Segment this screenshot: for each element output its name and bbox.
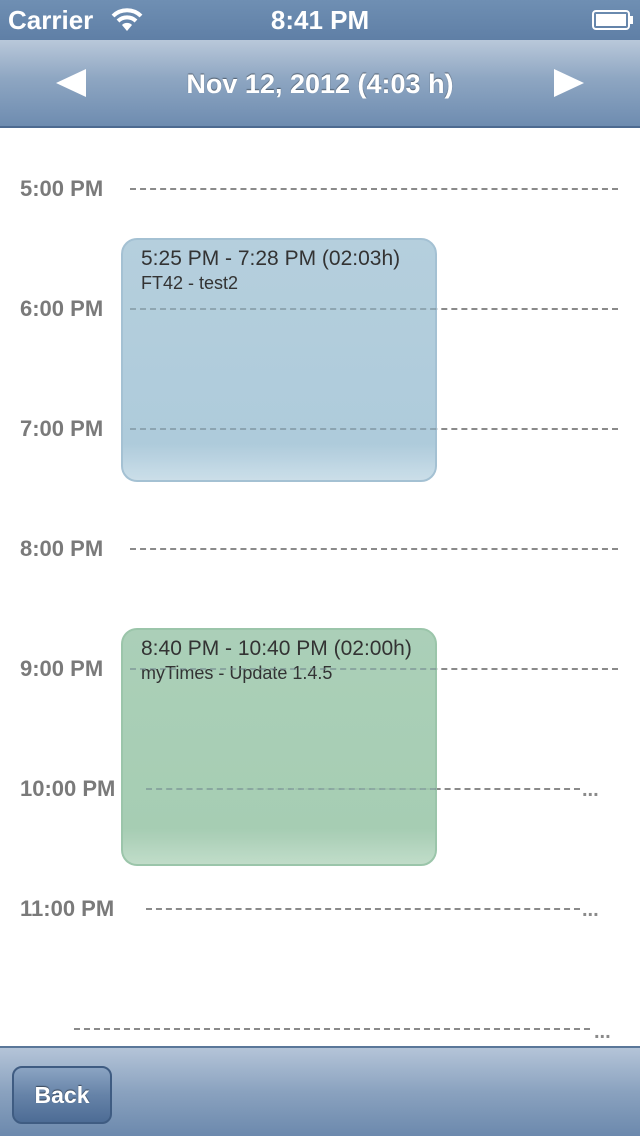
nav-title: Nov 12, 2012 (4:03 h) bbox=[186, 69, 454, 99]
status-time: 8:41 PM bbox=[270, 5, 370, 35]
hour-line bbox=[130, 548, 618, 550]
event-time: 8:40 PM - 10:40 PM (02:00h) bbox=[141, 637, 412, 660]
hour-label-10pm: 10:00 PM bbox=[20, 776, 116, 801]
back-button[interactable]: Back bbox=[12, 1066, 112, 1124]
screen: Carrier 8:41 PM Nov 12, 2012 (4:03 h) 5:… bbox=[0, 0, 640, 1136]
hour-label-9pm: 9:00 PM bbox=[20, 656, 104, 681]
hour-label-5pm: 5:00 PM bbox=[20, 176, 104, 201]
event-time: 5:25 PM - 7:28 PM (02:03h) bbox=[141, 247, 401, 270]
previous-day-button[interactable] bbox=[40, 58, 100, 108]
next-day-button[interactable] bbox=[540, 58, 600, 108]
hour-line-overlay bbox=[146, 788, 436, 790]
left-triangle-arrow-icon bbox=[56, 69, 86, 97]
hour-label-8pm: 8:00 PM bbox=[20, 536, 104, 561]
hour-line bbox=[74, 1028, 590, 1030]
hour-line-overlay bbox=[130, 668, 436, 670]
truncation-ellipsis: ... bbox=[582, 779, 599, 801]
event-title: myTimes - Update 1.4.5 bbox=[141, 663, 333, 683]
hour-label-7pm: 7:00 PM bbox=[20, 416, 104, 441]
event-title: FT42 - test2 bbox=[141, 273, 239, 293]
nav-bar: Nov 12, 2012 (4:03 h) bbox=[0, 40, 640, 128]
bottom-toolbar: Back bbox=[0, 1046, 640, 1136]
calendar-event[interactable]: 8:40 PM - 10:40 PM (02:00h) myTimes - Up… bbox=[121, 628, 437, 866]
truncation-ellipsis: ... bbox=[594, 1021, 611, 1043]
hour-line-overlay bbox=[130, 308, 436, 310]
hour-line bbox=[146, 908, 580, 910]
hour-label-6pm: 6:00 PM bbox=[20, 296, 104, 321]
battery-icon bbox=[592, 10, 634, 30]
status-bar: Carrier 8:41 PM bbox=[0, 0, 640, 40]
hour-line bbox=[130, 188, 618, 190]
hour-line-overlay bbox=[130, 428, 436, 430]
truncation-ellipsis: ... bbox=[582, 899, 599, 921]
right-triangle-arrow-icon bbox=[554, 69, 584, 97]
hour-label-11pm: 11:00 PM bbox=[20, 896, 115, 921]
day-calendar[interactable]: 5:00 PM 6:00 PM 7:00 PM 8:00 PM 9:00 PM … bbox=[0, 128, 640, 1046]
calendar-event[interactable]: 5:25 PM - 7:28 PM (02:03h) FT42 - test2 bbox=[121, 238, 437, 482]
